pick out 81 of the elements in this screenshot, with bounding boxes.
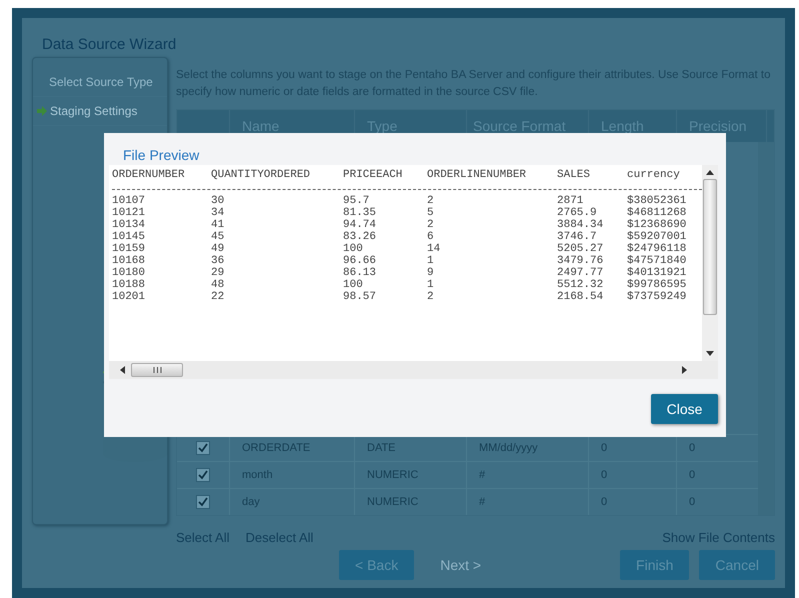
dialog-title: File Preview	[123, 147, 200, 163]
preview-cell-text: 2	[427, 195, 435, 207]
preview-column-header: SALES	[557, 169, 592, 181]
step-item[interactable]: Select Source Type	[33, 68, 167, 97]
preview-cell-text: 22	[211, 291, 226, 303]
preview-cell-text: 10159	[112, 243, 146, 255]
preview-cell-text: 2765.9	[557, 207, 598, 219]
horizontal-scrollbar[interactable]	[109, 361, 718, 379]
preview-cell-text: $40131921	[627, 267, 688, 279]
preview-cell-text: 10134	[112, 219, 146, 231]
preview-cell-text: 10107	[112, 195, 146, 207]
preview-cell-text: 3884.34	[557, 219, 604, 231]
preview-cell-text: 2168.54	[557, 291, 604, 303]
preview-cell-text: 2871	[557, 195, 584, 207]
preview-cell-text: 96.66	[343, 255, 378, 267]
preview-cell-text: 5205.27	[557, 243, 604, 255]
checkbox[interactable]	[196, 441, 210, 455]
preview-cell-text: 83.26	[343, 231, 378, 243]
preview-cell-text: 2	[427, 291, 435, 303]
preview-cell-text: 81.35	[343, 207, 378, 219]
preview-cell-text: 2	[427, 219, 435, 231]
preview-column-header: ORDERNUMBER	[112, 169, 186, 181]
preview-cell-text: 100	[343, 279, 364, 291]
preview-cell-text: $46811268	[627, 207, 688, 219]
scroll-left-icon[interactable]	[119, 366, 125, 374]
preview-cell-text: 9	[427, 267, 435, 279]
scroll-up-icon[interactable]	[706, 169, 714, 175]
preview-cell-text: 36	[211, 255, 226, 267]
preview-cell-text: 41	[211, 219, 226, 231]
preview-cell-text: 10121	[112, 207, 146, 219]
preview-cell-text: 3746.7	[557, 231, 598, 243]
preview-cell-text: 29	[211, 267, 226, 279]
preview-cell-text: 10188	[112, 279, 146, 291]
preview-cell-text: 95.7	[343, 195, 370, 207]
preview-cell-text: 30	[211, 195, 226, 207]
preview-cell-text: 45	[211, 231, 226, 243]
close-button[interactable]: Close	[651, 394, 718, 424]
preview-cell-text: $24796118	[627, 243, 688, 255]
arrow-right-icon	[37, 106, 47, 116]
checkbox[interactable]	[196, 495, 210, 509]
preview-cell-text: 100	[343, 243, 364, 255]
preview-cell-text: 86.13	[343, 267, 378, 279]
preview-column-header: PRICEEACH	[343, 169, 404, 181]
vertical-scrollbar[interactable]	[702, 165, 718, 361]
preview-cell-text: 48	[211, 279, 226, 291]
preview-cell-text: 10180	[112, 267, 146, 279]
preview-cell-text: 1	[427, 279, 435, 291]
preview-cell-text: $38052361	[627, 195, 688, 207]
grip-icon[interactable]	[152, 367, 162, 373]
checkbox[interactable]	[196, 468, 210, 482]
preview-column-header: currency	[627, 169, 681, 181]
step-item[interactable]: Staging Settings	[33, 97, 167, 126]
preview-cell-text: 3479.76	[557, 255, 604, 267]
preview-cell-text: $73759249	[627, 291, 688, 303]
preview-cell-text: $12368690	[627, 219, 688, 231]
preview-cell-text: 5	[427, 207, 435, 219]
preview-cell-text: 98.57	[343, 291, 378, 303]
preview-cell-text: 1	[427, 255, 435, 267]
preview-cell-text: 10201	[112, 291, 146, 303]
vertical-scrollbar[interactable]	[758, 142, 774, 515]
preview-cell-text: 10168	[112, 255, 146, 267]
preview-cell-text: 49	[211, 243, 226, 255]
preview-column-header: ORDERLINENUMBER	[427, 169, 528, 181]
scroll-right-icon[interactable]	[682, 366, 688, 374]
preview-cell-text: 6	[427, 231, 435, 243]
preview-cell-text: 5512.32	[557, 279, 604, 291]
table-cell: #	[467, 489, 589, 515]
wizard-button[interactable]: Cancel	[699, 550, 775, 580]
preview-column-header: QUANTITYORDERED	[211, 169, 312, 181]
scroll-down-icon[interactable]	[706, 351, 714, 357]
preview-cell-text: $99786595	[627, 279, 688, 291]
preview-cell-text: $59207001	[627, 231, 688, 243]
wizard-button[interactable]: Finish	[620, 550, 690, 580]
table-cell: #	[467, 462, 589, 488]
preview-cell-text: 34	[211, 207, 226, 219]
wizard-button[interactable]: < Back	[339, 550, 414, 580]
preview-cell-text: $47571840	[627, 255, 688, 267]
preview-cell-text: 10145	[112, 231, 146, 243]
preview-cell-text: 2497.77	[557, 267, 604, 279]
preview-cell-text: 94.74	[343, 219, 378, 231]
preview-cell-text: 14	[427, 243, 442, 255]
